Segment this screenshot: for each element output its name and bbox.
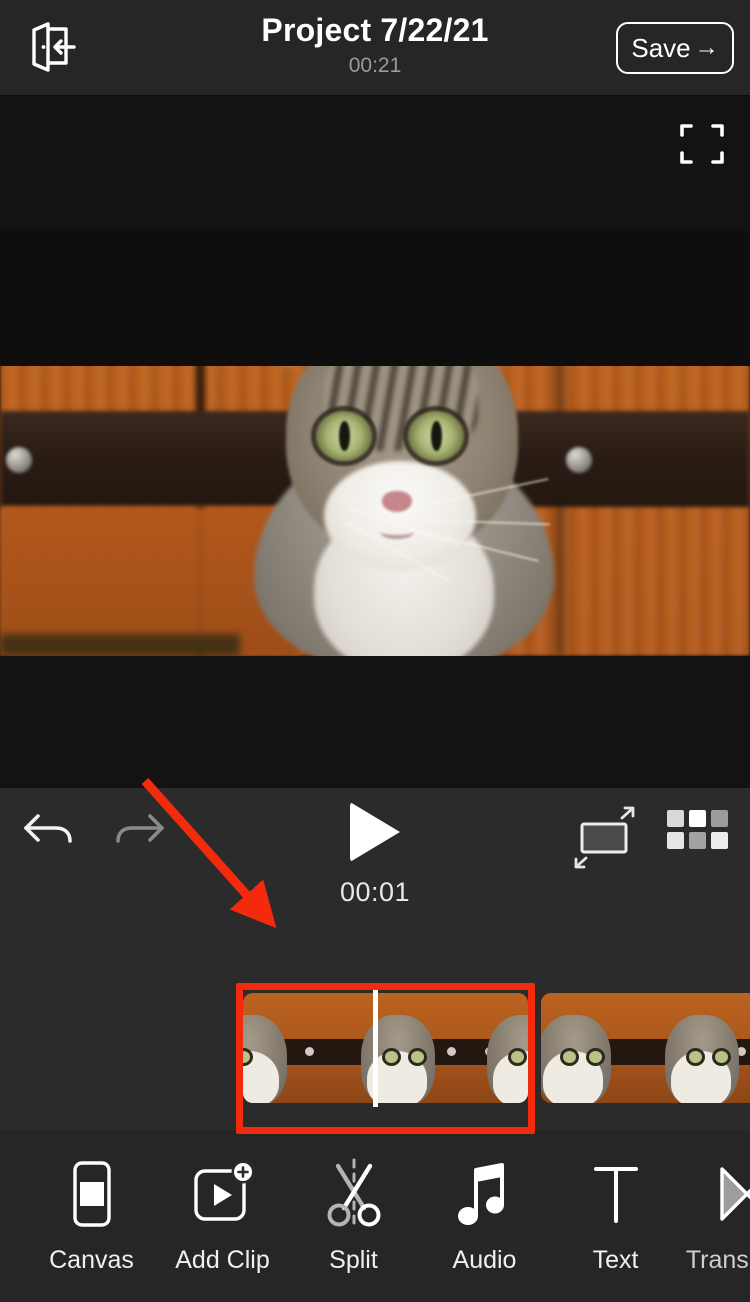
kitten-nose — [382, 491, 412, 512]
tool-transitions[interactable]: Transitions — [681, 1158, 750, 1275]
app-header: Project 7/22/21 00:21 Save → — [0, 0, 750, 96]
resize-canvas-button[interactable] — [565, 800, 643, 877]
resize-canvas-icon — [565, 806, 643, 876]
timeline-clip[interactable] — [243, 993, 528, 1103]
add-clip-icon — [192, 1158, 254, 1230]
fullscreen-expand-icon — [674, 124, 730, 176]
clip-thumbnail — [463, 993, 528, 1103]
timeline-track[interactable] — [0, 989, 750, 1107]
grid-layout-button[interactable] — [667, 810, 729, 857]
scissors-split-icon — [324, 1158, 384, 1230]
tool-label: Add Clip — [175, 1245, 270, 1274]
expand-preview-button[interactable] — [674, 116, 730, 172]
beam-bolt-left — [6, 447, 32, 473]
canvas-icon — [67, 1158, 117, 1230]
tool-split[interactable]: Split — [288, 1158, 419, 1275]
tool-label: Canvas — [49, 1245, 134, 1274]
clip-thumbnail — [651, 993, 750, 1103]
clip-thumbnail — [353, 993, 463, 1103]
tool-label: Text — [592, 1245, 639, 1274]
kitten-eye-left — [316, 411, 372, 461]
text-t-icon — [588, 1158, 644, 1230]
arrow-right-icon: → — [694, 34, 719, 61]
tool-label: Audio — [452, 1245, 517, 1274]
playback-controls: 00:01 — [0, 788, 750, 913]
save-button[interactable]: Save → — [616, 22, 734, 74]
timeline-clip[interactable] — [541, 993, 750, 1103]
music-note-icon — [456, 1158, 514, 1230]
letterbox-top — [0, 231, 750, 366]
tool-add-clip[interactable]: Add Clip — [157, 1158, 288, 1275]
tool-audio[interactable]: Audio — [419, 1158, 550, 1275]
transition-bowtie-icon — [716, 1158, 750, 1230]
play-triangle-icon — [350, 802, 400, 862]
exit-door-icon — [26, 18, 82, 79]
clip-thumbnail — [243, 993, 353, 1103]
clip-thumbnail — [541, 993, 651, 1103]
timeline[interactable] — [0, 913, 750, 1134]
grid-layout-icon — [667, 810, 729, 856]
editor-panel: 00:01 Canvas Add Clip Split Audio Text T… — [0, 788, 750, 1302]
tool-label: Transitions — [685, 1245, 750, 1274]
tool-canvas[interactable]: Canvas — [26, 1158, 157, 1275]
timeline-playhead[interactable] — [373, 989, 378, 1107]
kitten-eye-right — [408, 411, 464, 461]
video-preview-area — [0, 96, 750, 788]
save-button-label: Save — [631, 32, 691, 63]
current-time: 00:01 — [339, 877, 411, 907]
tool-text[interactable]: Text — [550, 1158, 681, 1275]
video-canvas[interactable] — [0, 231, 750, 656]
exit-button[interactable] — [18, 14, 90, 82]
tool-label: Split — [329, 1245, 378, 1274]
bottom-toolbar: Canvas Add Clip Split Audio Text Trans — [0, 1130, 750, 1302]
video-editor-app: Project 7/22/21 00:21 Save → 00:01 Canva… — [0, 0, 750, 1302]
